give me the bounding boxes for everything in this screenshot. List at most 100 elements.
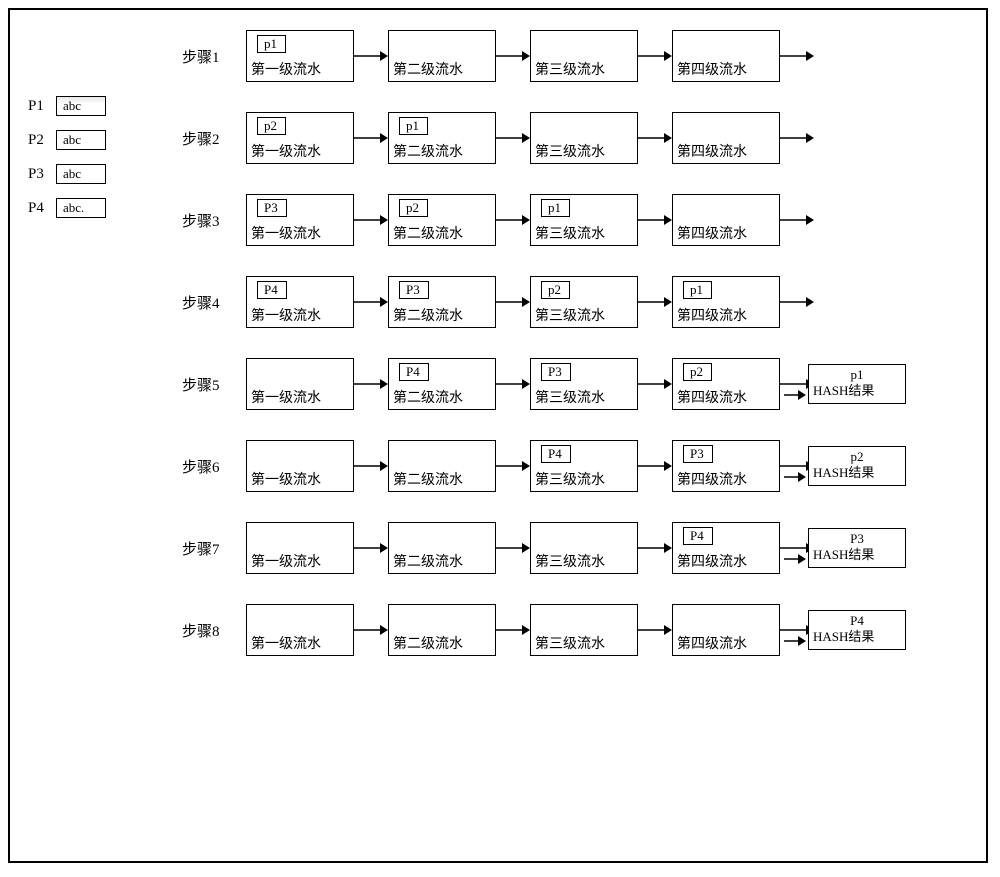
packet-chip: p1	[257, 35, 286, 53]
packet-chip: P3	[257, 199, 287, 217]
pipeline-stage-3: 第三级流水	[530, 604, 638, 656]
pipeline-stage-2: 第二级流水	[388, 440, 496, 492]
arrow-icon	[780, 210, 814, 230]
arrow-icon	[496, 456, 530, 476]
pipeline-stage-2: p2第二级流水	[388, 194, 496, 246]
pipeline-stage-3: p2第三级流水	[530, 276, 638, 328]
arrow-icon	[638, 374, 672, 394]
legend-label: P2	[28, 132, 56, 149]
pipeline-stage-2: 第二级流水	[388, 30, 496, 82]
step-label: 步骤1	[182, 46, 236, 67]
stage-label: 第四级流水	[677, 633, 775, 653]
diagram-frame: P1 abc P2 abc P3 abc P4 abc. 步骤1p1第一级流水第…	[8, 8, 988, 863]
arrow-icon	[354, 210, 388, 230]
pipeline-stage-2: 第二级流水	[388, 522, 496, 574]
hash-result-box: p2HASH结果	[808, 446, 906, 486]
stage-label: 第一级流水	[251, 305, 349, 325]
stage-label: 第四级流水	[677, 469, 775, 489]
packet-chip: P3	[399, 281, 429, 299]
arrow-icon	[638, 46, 672, 66]
arrow-icon	[638, 292, 672, 312]
pipeline-stage-4: p1第四级流水	[672, 276, 780, 328]
arrow-icon	[784, 389, 806, 406]
step-label: 步骤6	[182, 456, 236, 477]
hash-result-packet: P4	[813, 613, 901, 629]
stage-label: 第一级流水	[251, 223, 349, 243]
legend-box-p3: abc	[56, 164, 106, 184]
hash-result-box: P4HASH结果	[808, 610, 906, 650]
hash-result: p1HASH结果	[808, 364, 906, 404]
legend-row: P4 abc.	[28, 198, 106, 218]
arrow-icon	[784, 553, 806, 570]
hash-result-box: p1HASH结果	[808, 364, 906, 404]
pipeline-stage-1: p1第一级流水	[246, 30, 354, 82]
stage-label: 第二级流水	[393, 633, 491, 653]
arrow-icon	[496, 538, 530, 558]
pipeline-stage-4: 第四级流水	[672, 604, 780, 656]
packet-chip: P4	[683, 527, 713, 545]
step-row: 步骤2p2第一级流水p1第二级流水第三级流水第四级流水	[182, 112, 966, 164]
pipeline-stage-3: P3 第三级流水	[530, 358, 638, 410]
step-label: 步骤7	[182, 538, 236, 559]
stage-label: 第三级流水	[535, 387, 633, 407]
arrow-icon	[638, 620, 672, 640]
step-row: 步骤1 p1第一级流水第二级流水第三级流水 第四级流水	[182, 30, 966, 82]
packet-chip: P3	[683, 445, 713, 463]
legend: P1 abc P2 abc P3 abc P4 abc.	[28, 96, 106, 232]
arrow-icon	[496, 620, 530, 640]
pipeline-stage-4: P3 第四级流水	[672, 440, 780, 492]
legend-label: P1	[28, 98, 56, 115]
arrow-icon	[780, 128, 814, 148]
stage-label: 第四级流水	[677, 551, 775, 571]
packet-chip: P3	[541, 363, 571, 381]
legend-box-p2: abc	[56, 130, 106, 150]
pipeline-stage-1: p2 第一级流水	[246, 112, 354, 164]
legend-row: P2 abc	[28, 130, 106, 150]
pipeline-stage-1: 第一级流水	[246, 522, 354, 574]
stage-label: 第三级流水	[535, 59, 633, 79]
stage-label: 第一级流水	[251, 141, 349, 161]
arrow-icon	[638, 128, 672, 148]
hash-result: P4HASH结果	[808, 610, 906, 650]
packet-chip: p1	[683, 281, 712, 299]
arrow-icon	[496, 374, 530, 394]
pipeline-stage-4: 第四级流水	[672, 194, 780, 246]
pipeline-stage-2: P4 第二级流水	[388, 358, 496, 410]
arrow-icon	[638, 456, 672, 476]
pipeline-stage-4: 第四级流水	[672, 112, 780, 164]
arrow-icon	[784, 635, 806, 652]
pipeline-stage-2: 第二级流水	[388, 604, 496, 656]
pipeline-stage-4: p2第四级流水	[672, 358, 780, 410]
step-label: 步骤2	[182, 128, 236, 149]
stage-label: 第三级流水	[535, 551, 633, 571]
legend-box-p1: abc	[56, 96, 106, 116]
hash-result-packet: p2	[813, 449, 901, 465]
packet-chip: p2	[541, 281, 570, 299]
pipeline-stage-4: P4 第四级流水	[672, 522, 780, 574]
stage-label: 第四级流水	[677, 141, 775, 161]
step-row: 步骤8第一级流水第二级流水第三级流水第四级流水P4HASH结果	[182, 604, 966, 656]
stage-label: 第四级流水	[677, 59, 775, 79]
arrow-icon	[496, 128, 530, 148]
stage-label: 第二级流水	[393, 141, 491, 161]
step-label: 步骤4	[182, 292, 236, 313]
pipeline-stage-2: p1第二级流水	[388, 112, 496, 164]
arrow-icon	[354, 620, 388, 640]
pipeline-stage-4: 第四级流水	[672, 30, 780, 82]
pipeline-stage-1: 第一级流水	[246, 604, 354, 656]
stage-label: 第三级流水	[535, 469, 633, 489]
pipeline-stage-3: p1第三级流水	[530, 194, 638, 246]
arrow-icon	[354, 46, 388, 66]
arrow-icon	[354, 456, 388, 476]
legend-label: P3	[28, 166, 56, 183]
legend-label: P4	[28, 200, 56, 217]
legend-row: P1 abc	[28, 96, 106, 116]
pipeline-stage-1: P3 第一级流水	[246, 194, 354, 246]
stage-label: 第二级流水	[393, 387, 491, 407]
stage-label: 第三级流水	[535, 633, 633, 653]
packet-chip: P4	[399, 363, 429, 381]
packet-chip: p2	[257, 117, 286, 135]
arrow-icon	[354, 538, 388, 558]
hash-result-text: HASH结果	[813, 547, 901, 563]
packet-chip: P4	[257, 281, 287, 299]
